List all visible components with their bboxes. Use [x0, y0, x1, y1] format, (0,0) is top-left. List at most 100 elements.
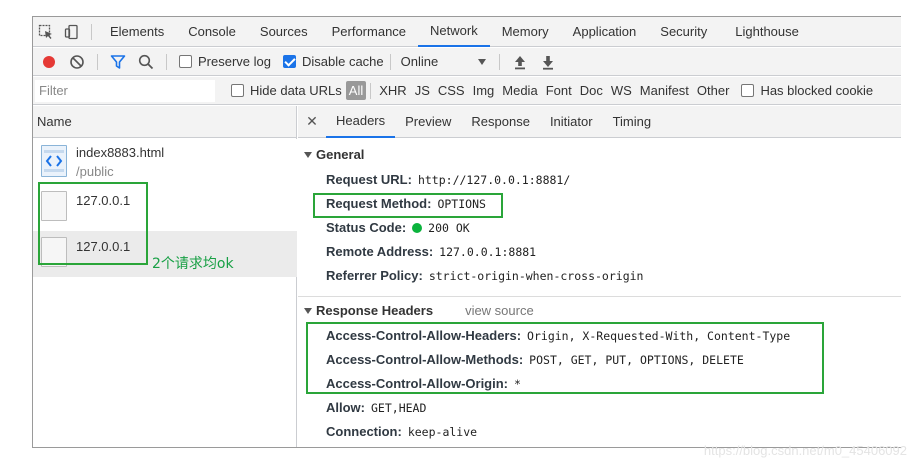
filter-placeholder: Filter [39, 83, 68, 98]
separator [91, 23, 92, 40]
tab-headers[interactable]: Headers [326, 106, 396, 138]
devtools-tab-bar: Elements Console Sources Performance Net… [33, 17, 901, 47]
connection-row: Connection: keep-alive [326, 424, 477, 439]
html-file-icon [41, 145, 67, 177]
status-code-row: Status Code: 200 OK [326, 220, 470, 235]
record-button[interactable] [35, 48, 63, 76]
tab-performance[interactable]: Performance [320, 17, 418, 47]
header-value: GET,HEAD [371, 400, 427, 415]
preserve-log-checkbox[interactable]: Preserve log [179, 54, 271, 69]
request-url-row: Request URL: http://127.0.0.1:8881/ [326, 172, 570, 187]
tab-elements[interactable]: Elements [98, 17, 176, 47]
tab-network[interactable]: Network [418, 17, 490, 47]
clear-button[interactable] [63, 48, 91, 76]
tab-console[interactable]: Console [176, 17, 248, 47]
close-details-icon[interactable]: ✕ [298, 106, 326, 138]
filter-toggle-button[interactable] [104, 48, 132, 76]
disable-cache-checkbox[interactable]: Disable cache [282, 54, 384, 69]
hide-data-urls-box[interactable] [231, 84, 244, 97]
tab-lighthouse[interactable]: Lighthouse [723, 17, 811, 47]
type-filter-media[interactable]: Media [502, 83, 537, 98]
tab-timing[interactable]: Timing [603, 106, 662, 138]
filter-input[interactable]: Filter [35, 79, 215, 102]
throttling-select[interactable]: Online [401, 54, 493, 69]
status-ok-icon [412, 222, 423, 233]
response-headers-title: Response Headers [316, 303, 434, 318]
name-column-label: Name [37, 114, 72, 129]
has-blocked-cookies-box[interactable] [741, 84, 755, 97]
header-key: Referrer Policy: [326, 268, 423, 283]
tab-security[interactable]: Security [648, 17, 719, 47]
export-har-button[interactable] [534, 48, 562, 76]
annotation-box-cors-headers [306, 322, 824, 394]
preserve-log-box[interactable] [179, 55, 192, 68]
type-filter-doc[interactable]: Doc [580, 83, 603, 98]
throttling-value: Online [400, 54, 439, 69]
has-blocked-cookies-checkbox[interactable]: Has blocked cookie [741, 83, 873, 98]
watermark: https://blog.csdn.net/m0_45406092 [703, 443, 907, 458]
disable-cache-box[interactable] [282, 55, 296, 68]
device-toolbar-icon[interactable] [59, 17, 85, 47]
separator [498, 53, 500, 70]
section-divider [298, 296, 901, 297]
network-toolbar: Preserve log Disable cache Online [33, 48, 901, 76]
name-column-header[interactable]: Name [33, 106, 296, 138]
type-filter-ws[interactable]: WS [611, 83, 632, 98]
search-button[interactable] [132, 48, 160, 76]
header-key: Connection: [326, 424, 402, 439]
tab-initiator[interactable]: Initiator [540, 106, 603, 138]
hide-data-urls-checkbox[interactable]: Hide data URLs [231, 83, 342, 98]
remote-address-row: Remote Address: 127.0.0.1:8881 [326, 244, 536, 259]
header-value: keep-alive [407, 424, 478, 439]
inspect-element-icon[interactable] [33, 17, 59, 47]
type-filter-all[interactable]: All [345, 81, 367, 100]
header-key: Remote Address: [326, 244, 434, 259]
tab-memory[interactable]: Memory [490, 17, 561, 47]
type-filter-css[interactable]: CSS [438, 83, 465, 98]
clear-icon [70, 54, 84, 69]
type-filter-other[interactable]: Other [697, 83, 730, 98]
upload-icon [514, 55, 525, 69]
has-blocked-cookies-label: Has blocked cookie [760, 83, 874, 98]
tab-response[interactable]: Response [461, 106, 540, 138]
allow-row: Allow: GET,HEAD [326, 400, 426, 415]
header-value: http://127.0.0.1:8881/ [417, 172, 571, 187]
annotation-box-requests [38, 182, 148, 265]
type-filter-font[interactable]: Font [546, 83, 572, 98]
expand-triangle-icon [304, 151, 312, 158]
import-har-button[interactable] [506, 48, 534, 76]
type-filter-img[interactable]: Img [473, 83, 495, 98]
request-row-index[interactable]: index8883.html /public [33, 139, 297, 185]
type-filter-js[interactable]: JS [415, 83, 430, 98]
header-key: Request URL: [326, 172, 412, 187]
header-value: 200 OK [428, 220, 470, 235]
separator [166, 53, 167, 70]
filter-icon [110, 54, 126, 69]
details-tab-bar: ✕ Headers Preview Response Initiator Tim… [298, 106, 901, 138]
header-key: Status Code: [326, 220, 407, 235]
annotation-box-method [313, 193, 503, 218]
search-icon [138, 54, 154, 69]
tab-application[interactable]: Application [561, 17, 649, 47]
response-headers-section-toggle[interactable]: Response Headers view source [304, 303, 534, 318]
record-icon [43, 55, 55, 68]
tab-preview[interactable]: Preview [395, 106, 461, 138]
separator [389, 53, 391, 70]
type-filter-manifest[interactable]: Manifest [640, 83, 689, 98]
separator [370, 82, 372, 99]
hide-data-urls-label: Hide data URLs [250, 83, 342, 98]
separator [97, 53, 98, 70]
expand-triangle-icon [304, 307, 312, 314]
referrer-policy-row: Referrer Policy: strict-origin-when-cros… [326, 268, 643, 283]
type-filter-xhr[interactable]: XHR [379, 83, 406, 98]
tab-sources[interactable]: Sources [248, 17, 320, 47]
view-source-link[interactable]: view source [465, 303, 534, 318]
request-list: Name index8883.html /public 127.0.0.1 12… [33, 106, 297, 447]
preserve-log-label: Preserve log [198, 54, 271, 69]
dropdown-arrow-icon [477, 58, 486, 65]
general-section-toggle[interactable]: General [304, 147, 364, 162]
download-icon [542, 55, 553, 70]
request-path: /public [76, 164, 114, 179]
header-value: 127.0.0.1:8881 [439, 244, 537, 259]
annotation-text: 2个请求均ok [152, 256, 234, 272]
